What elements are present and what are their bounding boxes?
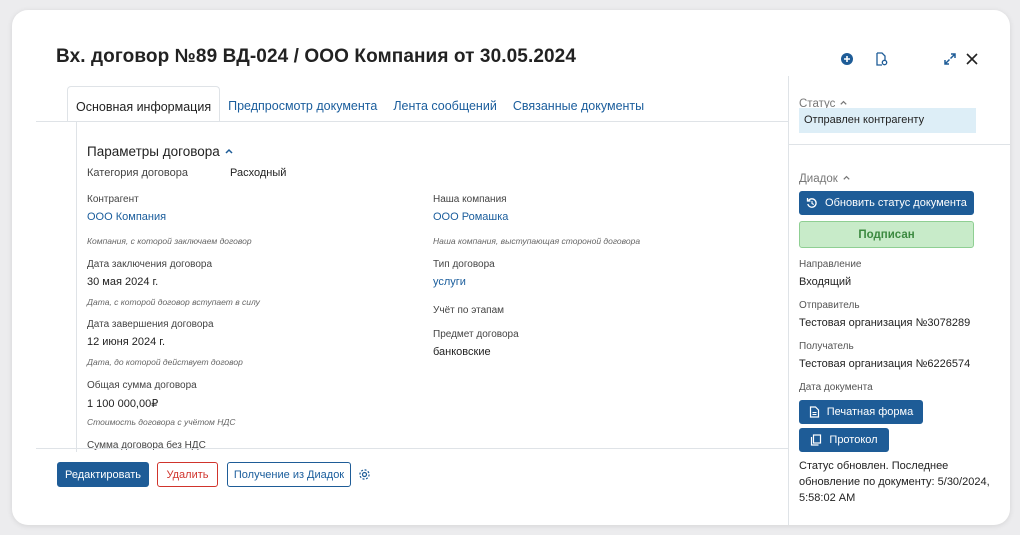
subject-label: Предмет договора (433, 329, 519, 340)
total-amount-label: Общая сумма договора (87, 380, 197, 391)
diadoc-title: Диадок (799, 173, 838, 185)
direction-label: Направление (799, 259, 862, 270)
protocol-button[interactable]: Протокол (799, 428, 889, 452)
copy-icon (810, 434, 822, 446)
params-section-toggle[interactable]: Параметры договора (87, 144, 234, 159)
edit-button[interactable]: Редактировать (57, 462, 149, 487)
protocol-label: Протокол (829, 434, 878, 446)
document-settings-icon[interactable] (872, 50, 890, 68)
add-circle-icon[interactable] (838, 50, 856, 68)
status-update-text: Статус обновлен. Последнее обновление по… (799, 460, 990, 504)
recipient-value: Тестовая организация №6226574 (799, 358, 971, 370)
side-divider (789, 144, 1010, 145)
sender-label: Отправитель (799, 300, 860, 311)
print-form-button[interactable]: Печатная форма (799, 400, 923, 424)
delete-button[interactable]: Удалить (157, 462, 218, 487)
document-date-label: Дата документа (799, 382, 873, 393)
total-amount-value: 1 100 000,00₽ (87, 398, 159, 410)
category-label: Категория договора (87, 167, 188, 179)
tab-main-info[interactable]: Основная информация (67, 86, 221, 122)
conclusion-date-hint: Дата, с которой договор вступает в силу (87, 297, 260, 307)
stages-label: Учёт по этапам (433, 305, 505, 316)
category-value: Расходный (230, 167, 287, 179)
chevron-up-icon (842, 173, 851, 185)
page-title: Вх. договор №89 ВД-024 / ООО Компания от… (56, 46, 577, 67)
signed-badge: Подписан (799, 221, 974, 248)
status-value: Отправлен контрагенту (799, 108, 976, 133)
diadoc-section-toggle[interactable]: Диадок (799, 173, 851, 185)
refresh-icon (806, 197, 818, 209)
contract-card: Вх. договор №89 ВД-024 / ООО Компания от… (12, 10, 1010, 525)
tab-document-preview[interactable]: Предпросмотр документа (220, 86, 385, 122)
our-company-link[interactable]: ООО Ромашка (433, 211, 508, 223)
tab-related-documents[interactable]: Связанные документы (505, 86, 652, 122)
tab-bar: Основная информация Предпросмотр докумен… (67, 86, 652, 122)
chevron-up-icon (224, 144, 234, 159)
subject-value: банковские (433, 346, 491, 358)
params-section-title: Параметры договора (87, 144, 220, 159)
our-company-hint: Наша компания, выступающая стороной дого… (433, 236, 641, 246)
document-icon (809, 406, 820, 418)
contract-type-link[interactable]: услуги (433, 276, 466, 288)
counterparty-label: Контрагент (87, 194, 139, 205)
contract-params-panel: Параметры договора Категория договора Ра… (76, 122, 788, 452)
tab-message-feed[interactable]: Лента сообщений (385, 86, 505, 122)
diadoc-receive-button[interactable]: Получение из Диадок (227, 462, 351, 487)
gear-icon[interactable] (358, 468, 371, 481)
recipient-label: Получатель (799, 341, 854, 352)
contract-type-label: Тип договора (433, 259, 495, 270)
end-date-label: Дата завершения договора (87, 319, 214, 330)
end-date-value: 12 июня 2024 г. (87, 336, 166, 348)
conclusion-date-label: Дата заключения договора (87, 259, 213, 270)
refresh-status-label: Обновить статус документа (825, 197, 967, 209)
refresh-status-button[interactable]: Обновить статус документа (799, 191, 974, 215)
amount-no-vat-label: Сумма договора без НДС (87, 440, 206, 451)
print-form-label: Печатная форма (826, 406, 914, 418)
our-company-label: Наша компания (433, 194, 507, 205)
expand-icon[interactable] (941, 50, 959, 68)
conclusion-date-value: 30 мая 2024 г. (87, 276, 159, 288)
counterparty-hint: Компания, с которой заключаем договор (87, 236, 252, 246)
direction-value: Входящий (799, 276, 852, 288)
counterparty-link[interactable]: ООО Компания (87, 211, 166, 223)
close-icon[interactable] (963, 50, 981, 68)
footer-divider (36, 448, 788, 449)
total-amount-hint: Стоимость договора с учётом НДС (87, 417, 236, 427)
side-panel: Статус Отправлен контрагенту Диадок Обно… (788, 76, 1010, 525)
end-date-hint: Дата, до которой действует договор (87, 357, 243, 367)
sender-value: Тестовая организация №3078289 (799, 317, 971, 329)
